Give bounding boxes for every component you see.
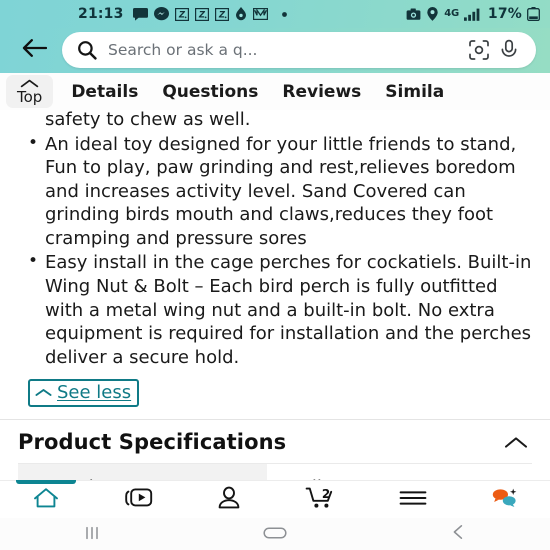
signal-bars-icon <box>463 8 481 21</box>
bottom-nav-videos[interactable] <box>92 481 184 518</box>
tab-questions[interactable]: Questions <box>150 73 270 110</box>
description-bullet-list: An ideal toy designed for your little fr… <box>18 132 532 370</box>
location-icon <box>426 7 439 21</box>
battery-icon <box>527 7 540 21</box>
messenger-icon <box>153 7 169 21</box>
see-less-label: See less <box>57 382 132 404</box>
bottom-nav-cart[interactable]: 2 <box>275 481 367 518</box>
chat-bubbles-sparkle-icon <box>488 486 520 514</box>
tab-top-label: Top <box>17 88 43 106</box>
section-tab-bar: Top Details Questions Reviews Simila <box>0 73 550 110</box>
search-input[interactable] <box>98 40 464 59</box>
svg-text:Z: Z <box>177 10 185 20</box>
app-root: 21:13 Z Z Z 4G 17% Search or ask a q... … <box>0 0 550 550</box>
dot-icon <box>281 11 288 18</box>
search-icon <box>76 40 98 60</box>
sysnav-back-button[interactable] <box>367 524 550 544</box>
svg-text:Z: Z <box>197 10 205 20</box>
search-bar[interactable] <box>62 31 536 68</box>
gmail-icon <box>252 8 268 20</box>
hamburger-menu-icon <box>399 488 427 512</box>
sysnav-home-button[interactable] <box>183 525 366 544</box>
bottom-nav-account[interactable] <box>183 481 275 518</box>
savings-icon <box>235 7 247 21</box>
bottom-navigation-bar: 2 <box>0 480 550 518</box>
sysnav-recents-button[interactable] <box>0 525 183 544</box>
description-continuation-line: safety to chew as well. <box>45 110 251 130</box>
svg-text:Z: Z <box>217 10 225 20</box>
status-bar-clock: 21:13 <box>78 6 124 22</box>
microphone-icon[interactable] <box>494 39 524 61</box>
home-icon <box>32 486 60 514</box>
shopping-cart-icon <box>305 486 337 514</box>
chevron-up-icon <box>35 388 52 397</box>
status-bar: 21:13 Z Z Z 4G 17% <box>0 0 550 28</box>
tab-similar[interactable]: Simila <box>373 73 456 110</box>
product-description-section: safety to chew as well. An ideal toy des… <box>0 110 550 480</box>
battery-percent-label: 17% <box>487 6 522 22</box>
list-item: Easy install in the cage perches for coc… <box>18 250 532 369</box>
chevron-up-icon <box>20 79 39 88</box>
tab-details[interactable]: Details <box>59 73 150 110</box>
see-less-button[interactable]: See less <box>28 379 140 408</box>
table-row: Brand Mrli Pet <box>18 463 532 480</box>
tab-reviews[interactable]: Reviews <box>270 73 373 110</box>
bottom-nav-menu[interactable] <box>367 481 459 518</box>
see-less-wrap: See less <box>18 379 532 408</box>
status-bar-right: 4G 17% <box>406 6 540 22</box>
product-specifications-header[interactable]: Product Specifications <box>18 420 532 463</box>
camera-blocked-icon <box>406 8 421 21</box>
tab-top[interactable]: Top <box>6 75 54 108</box>
bottom-nav-home[interactable] <box>0 480 92 518</box>
spec-key-cell: Brand <box>18 464 267 480</box>
chevron-up-icon[interactable] <box>504 436 530 449</box>
cart-badge-count: 2 <box>321 487 331 501</box>
arrow-left-icon <box>21 38 48 62</box>
home-pill-icon <box>263 525 287 544</box>
spec-value-cell: Mrli Pet <box>267 464 532 480</box>
person-icon <box>216 486 242 514</box>
camera-lens-icon[interactable] <box>464 39 494 61</box>
search-header <box>0 28 550 73</box>
list-item: An ideal toy designed for your little fr… <box>18 132 532 251</box>
back-button[interactable] <box>14 30 54 70</box>
dnd-badge-icon: Z <box>194 7 209 21</box>
page-title: Product Specifications <box>18 430 287 455</box>
recents-bars-icon <box>83 525 101 544</box>
active-tab-indicator <box>15 480 76 484</box>
dnd-badge-icon: Z <box>214 7 229 21</box>
status-bar-left: 21:13 Z Z Z <box>0 6 288 22</box>
message-icon <box>132 7 148 21</box>
dnd-badge-icon: Z <box>174 7 189 21</box>
video-play-icon <box>123 487 153 513</box>
chevron-left-icon <box>451 524 465 544</box>
bottom-nav-assistant[interactable] <box>458 481 550 518</box>
network-4g-icon: 4G <box>444 8 459 19</box>
system-navigation-bar <box>0 518 550 550</box>
